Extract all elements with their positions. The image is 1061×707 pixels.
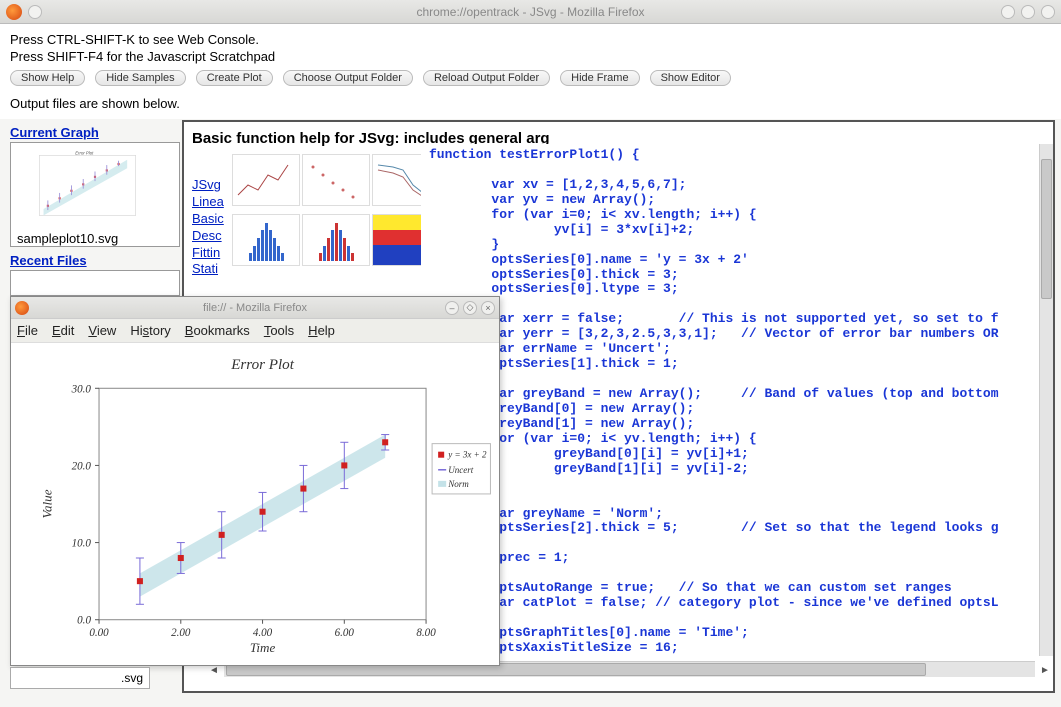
svg-text:4.00: 4.00 <box>253 627 273 639</box>
close-icon[interactable] <box>1041 5 1055 19</box>
filename-input[interactable]: .svg <box>10 667 150 689</box>
instruction-line-2: Press SHIFT-F4 for the Javascript Scratc… <box>10 49 1051 66</box>
plot-area: Error Plot 0.0 10.0 20.0 30.0 0.00 2.00 4.00 6.0… <box>11 343 499 665</box>
svg-text:Error Plot: Error Plot <box>230 357 295 373</box>
error-plot-svg: Error Plot 0.0 10.0 20.0 30.0 0.00 2.00 4.00 6.0… <box>11 343 499 665</box>
link-fitting[interactable]: Fittin <box>192 245 224 262</box>
page-body: Press CTRL-SHIFT-K to see Web Console. P… <box>0 24 1061 119</box>
svg-text:Error Plot: Error Plot <box>75 150 94 155</box>
popup-maximize-icon[interactable]: ◇ <box>463 301 477 315</box>
output-message: Output files are shown below. <box>10 96 1051 111</box>
popup-titlebar[interactable]: file:// - Mozilla Firefox – ◇ × <box>11 297 499 319</box>
thumbnail-plot-icon: Error Plot <box>17 149 173 224</box>
instruction-line-1: Press CTRL-SHIFT-K to see Web Console. <box>10 32 1051 49</box>
code-text[interactable]: function testErrorPlot1() { var xv = [1,… <box>421 144 1039 656</box>
recent-files-box[interactable] <box>10 270 180 296</box>
choose-output-button[interactable]: Choose Output Folder <box>283 70 413 86</box>
menu-edit[interactable]: Edit <box>52 323 74 338</box>
current-graph-link[interactable]: Current Graph <box>10 125 99 140</box>
menu-view[interactable]: View <box>88 323 116 338</box>
popup-title: file:// - Mozilla Firefox <box>203 302 307 314</box>
window-title: chrome://opentrack - JSvg - Mozilla Fire… <box>416 5 644 19</box>
hide-frame-button[interactable]: Hide Frame <box>560 70 639 86</box>
svg-text:8.00: 8.00 <box>416 627 436 639</box>
link-basic[interactable]: Basic <box>192 211 224 228</box>
reload-output-button[interactable]: Reload Output Folder <box>423 70 550 86</box>
svg-text:10.0: 10.0 <box>72 538 92 550</box>
sample-thumb[interactable] <box>232 154 300 206</box>
popup-menubar: File Edit View History Bookmarks Tools H… <box>11 319 499 343</box>
sample-thumb[interactable] <box>302 154 370 206</box>
vertical-scrollbar[interactable] <box>1039 144 1053 656</box>
recent-files-link[interactable]: Recent Files <box>10 253 87 268</box>
thumbnail-caption: sampleplot10.svg <box>17 231 173 246</box>
svg-text:2.00: 2.00 <box>171 627 191 639</box>
sample-thumbs-row2 <box>232 214 440 266</box>
code-panel: function testErrorPlot1() { var xv = [1,… <box>421 144 1039 656</box>
maximize-icon[interactable] <box>1021 5 1035 19</box>
window-menu-icon[interactable] <box>28 5 42 19</box>
show-editor-button[interactable]: Show Editor <box>650 70 731 86</box>
firefox-icon <box>15 301 29 315</box>
svg-text:Norm: Norm <box>447 479 469 489</box>
link-stat[interactable]: Stati <box>192 261 224 278</box>
show-help-button[interactable]: Show Help <box>10 70 85 86</box>
svg-text:6.00: 6.00 <box>335 627 355 639</box>
current-graph-thumbnail[interactable]: Error Plot sampleplot10.svg <box>10 142 180 247</box>
scroll-right-icon[interactable]: ► <box>1037 662 1053 678</box>
sample-thumb[interactable] <box>232 214 300 266</box>
window-menu-icon[interactable] <box>33 302 45 314</box>
link-jsvg[interactable]: JSvg <box>192 177 224 194</box>
firefox-icon <box>6 4 22 20</box>
sample-thumbs-row1 <box>232 154 440 206</box>
menu-help[interactable]: Help <box>308 323 335 338</box>
hide-samples-button[interactable]: Hide Samples <box>95 70 185 86</box>
svg-text:20.0: 20.0 <box>72 460 92 472</box>
menu-bookmarks[interactable]: Bookmarks <box>185 323 250 338</box>
toolbar: Show Help Hide Samples Create Plot Choos… <box>10 70 1051 86</box>
main-window-titlebar: chrome://opentrack - JSvg - Mozilla Fire… <box>0 0 1061 24</box>
left-sidebar: Current Graph Error Plot sampleplot10.sv… <box>10 125 180 296</box>
link-desc[interactable]: Desc <box>192 228 224 245</box>
svg-text:Uncert: Uncert <box>448 465 474 475</box>
sample-thumb[interactable] <box>302 214 370 266</box>
menu-history[interactable]: History <box>130 323 170 338</box>
minimize-icon[interactable] <box>1001 5 1015 19</box>
svg-text:y = 3x + 2: y = 3x + 2 <box>447 450 487 460</box>
popup-minimize-icon[interactable]: – <box>445 301 459 315</box>
filename-ext: .svg <box>121 671 143 685</box>
popup-close-icon[interactable]: × <box>481 301 495 315</box>
plot-popup-window: file:// - Mozilla Firefox – ◇ × File Edi… <box>10 296 500 666</box>
menu-file[interactable]: File <box>17 323 38 338</box>
scrollbar-thumb[interactable] <box>1041 159 1052 299</box>
svg-text:Time: Time <box>250 640 276 655</box>
svg-text:30.0: 30.0 <box>71 383 92 395</box>
link-linear[interactable]: Linea <box>192 194 224 211</box>
svg-text:Value: Value <box>40 489 55 518</box>
create-plot-button[interactable]: Create Plot <box>196 70 273 86</box>
svg-text:0.0: 0.0 <box>77 615 91 627</box>
menu-tools[interactable]: Tools <box>264 323 294 338</box>
doc-links: JSvg Linea Basic Desc Fittin Stati <box>192 177 224 278</box>
svg-text:0.00: 0.00 <box>89 627 109 639</box>
